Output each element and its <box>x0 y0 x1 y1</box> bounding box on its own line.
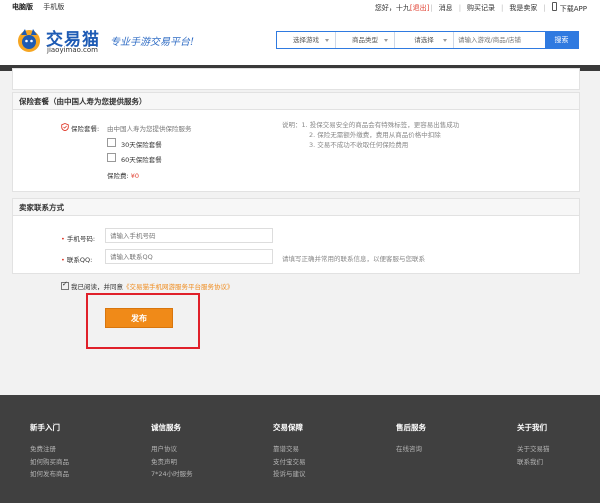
desktop-version-link[interactable]: 电脑版 <box>12 3 33 11</box>
publish-button[interactable]: 发布 <box>105 308 173 328</box>
footer-link[interactable]: 免责声明 <box>151 456 193 469</box>
search-bar: 选择游戏 商品类型 请选择 搜索 <box>276 31 579 49</box>
footer-column-title: 售后服务 <box>396 423 426 432</box>
slogan: 专业手游交易平台! <box>110 37 195 48</box>
insurance-label: 保险套餐: <box>71 125 100 133</box>
footer-link[interactable]: 7*24小时服务 <box>151 468 193 481</box>
top-bar-left: 电脑版 手机版 <box>12 2 72 12</box>
contact-title: 卖家联系方式 <box>13 199 579 216</box>
insurance-fee-label: 保险费: ¥0 <box>107 172 140 180</box>
greeting-text: 您好，十九[退出] <box>374 4 430 12</box>
qq-label: • 联系QQ: <box>61 256 93 264</box>
insurance-fee-value: ¥0 <box>130 172 140 180</box>
insurance-30day-label[interactable]: 30天保险套餐 <box>121 139 162 149</box>
footer-link[interactable]: 如何购买商品 <box>30 456 69 469</box>
footer-column-aftersales: 售后服务 在线咨询 <box>396 422 426 456</box>
footer-link[interactable]: 用户协议 <box>151 443 193 456</box>
footer-link[interactable]: 免费注册 <box>30 443 69 456</box>
messages-link[interactable]: 消息 <box>434 3 458 13</box>
footer-column-integrity: 诚信服务 用户协议 免责声明 7*24小时服务 <box>151 422 193 481</box>
phone-icon <box>551 2 557 11</box>
search-button[interactable]: 搜索 <box>545 32 578 48</box>
game-select[interactable]: 选择游戏 <box>277 32 336 48</box>
insurance-title: 保险套餐（由中国人寿为您提供服务） <box>13 93 579 110</box>
qq-note: 请填写正确并常用的联系信息，以便客服与您联系 <box>282 255 425 263</box>
insurance-provider-text: 由中国人寿为您提供保险服务 <box>107 125 192 133</box>
previous-section-panel <box>12 68 580 90</box>
cat-logo-icon[interactable] <box>16 27 42 53</box>
footer-link[interactable]: 支付宝交易 <box>273 456 306 469</box>
insurance-60day-checkbox[interactable] <box>107 153 116 162</box>
site-header: 交易猫 jiaoyimao.com 专业手游交易平台! 选择游戏 商品类型 请选… <box>0 13 600 65</box>
logo-url: jiaoyimao.com <box>47 46 98 54</box>
phone-label: • 手机号码: <box>61 235 96 243</box>
purchase-history-link[interactable]: 购买记录 <box>462 3 500 13</box>
insurance-60day-label[interactable]: 60天保险套餐 <box>121 154 162 164</box>
logout-link[interactable]: [退出] <box>410 4 429 12</box>
phone-input[interactable] <box>105 228 273 243</box>
site-footer: 新手入门 免费注册 如何购买商品 如何发布商品 诚信服务 用户协议 免责声明 7… <box>0 395 600 503</box>
agreement-row: 我已阅读，并同意 《交易猫手机网游服务平台服务协议》 <box>61 280 234 291</box>
insurance-30day-checkbox[interactable] <box>107 138 116 147</box>
top-bar: 电脑版 手机版 您好，十九[退出] | 消息 | 购买记录 | 我是卖家 | 下… <box>0 0 600 13</box>
insurance-note-1: 说明：1. 投保交易安全的商品会有特殊标签，更容易出售成功 <box>282 121 460 129</box>
shield-icon <box>61 123 69 131</box>
mobile-version-link[interactable]: 手机版 <box>43 3 64 11</box>
footer-link[interactable]: 靠谱交易 <box>273 443 306 456</box>
footer-column-about: 关于我们 关于交易猫 联系我们 <box>517 422 550 468</box>
agreement-checkbox[interactable] <box>61 280 69 290</box>
footer-link[interactable]: 投诉与建议 <box>273 468 306 481</box>
footer-link[interactable]: 在线咨询 <box>396 443 426 456</box>
footer-column-guarantee: 交易保障 靠谱交易 支付宝交易 投诉与建议 <box>273 422 306 481</box>
qq-input[interactable] <box>105 249 273 264</box>
insurance-note-2: 2. 保险无需额外缴费，费用从商品价格中扣除 <box>309 131 441 139</box>
insurance-note-3: 3. 交易不成功不收取任何保险费用 <box>309 141 409 149</box>
footer-link[interactable]: 关于交易猫 <box>517 443 550 456</box>
search-input[interactable] <box>454 32 545 48</box>
footer-column-title: 诚信服务 <box>151 423 181 432</box>
insurance-notes: 说明：1. 投保交易安全的商品会有特殊标签，更容易出售成功 2. 保险无需额外缴… <box>282 120 459 150</box>
product-type-select[interactable]: 商品类型 <box>336 32 395 48</box>
seller-link[interactable]: 我是卖家 <box>504 3 542 13</box>
footer-column-title: 新手入门 <box>30 423 60 432</box>
agreement-text: 我已阅读，并同意 <box>71 283 123 291</box>
footer-column-title: 关于我们 <box>517 423 547 432</box>
footer-link[interactable]: 如何发布商品 <box>30 468 69 481</box>
other-select[interactable]: 请选择 <box>395 32 454 48</box>
agreement-link[interactable]: 《交易猫手机网游服务平台服务协议》 <box>123 281 234 291</box>
footer-column-title: 交易保障 <box>273 423 303 432</box>
footer-column-beginner: 新手入门 免费注册 如何购买商品 如何发布商品 <box>30 422 69 481</box>
footer-link[interactable]: 联系我们 <box>517 456 550 469</box>
